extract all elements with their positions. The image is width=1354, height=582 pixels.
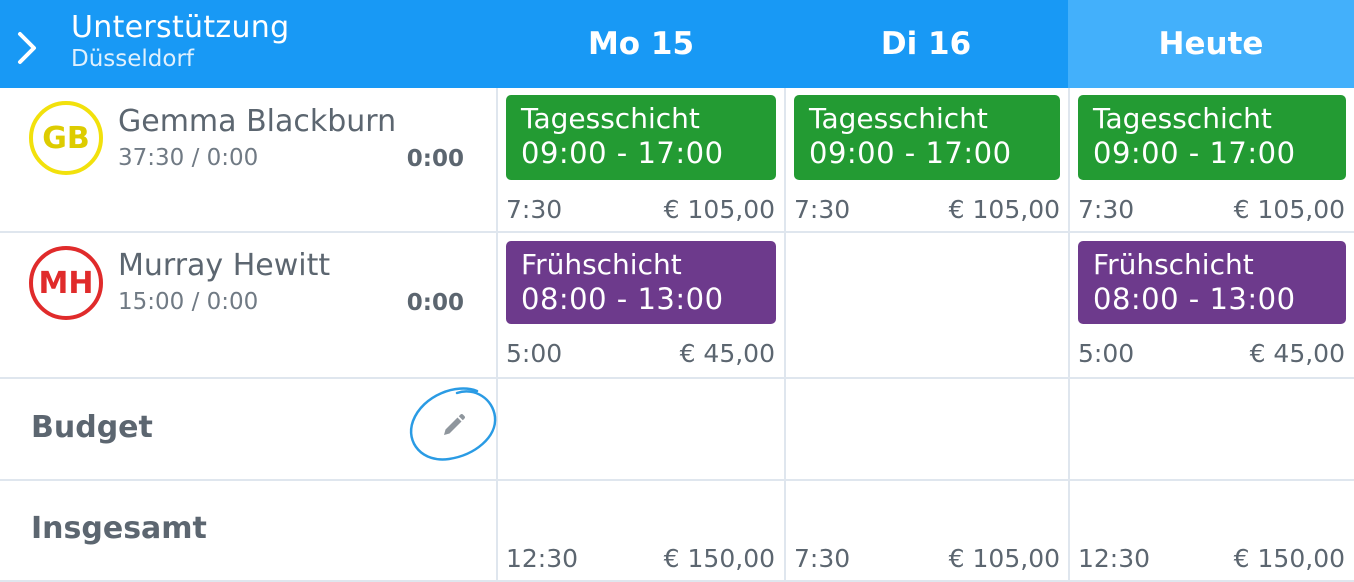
cell-hours: 7:30 xyxy=(1078,195,1135,224)
cell-hours: 7:30 xyxy=(794,195,851,224)
total-cost: € 150,00 xyxy=(663,544,775,573)
expand-button[interactable] xyxy=(0,0,60,88)
total-hours: 12:30 xyxy=(506,544,579,573)
cell-cost: € 105,00 xyxy=(1233,195,1345,224)
employee-total: 0:00 xyxy=(406,290,464,316)
employee-hours: 15:00 / 0:00 xyxy=(118,289,259,315)
day-header-tue[interactable]: Di 16 xyxy=(784,0,1068,88)
grid-divider xyxy=(496,88,498,582)
employee-total: 0:00 xyxy=(406,146,464,172)
cell-hours: 7:30 xyxy=(506,195,563,224)
cell-hours: 5:00 xyxy=(1078,339,1135,368)
avatar[interactable]: GB xyxy=(29,101,103,175)
pencil-icon xyxy=(444,413,466,435)
total-hours: 7:30 xyxy=(794,544,851,573)
cell-hours: 5:00 xyxy=(506,339,563,368)
day-header-today[interactable]: Heute xyxy=(1068,0,1354,88)
department-title: Unterstützung xyxy=(71,10,290,45)
avatar[interactable]: MH xyxy=(29,246,103,320)
shift-name: Tagesschicht xyxy=(1093,102,1272,135)
shift-card[interactable]: Frühschicht 08:00 - 13:00 xyxy=(1078,241,1346,324)
cell-cost: € 105,00 xyxy=(663,195,775,224)
shift-time: 09:00 - 17:00 xyxy=(521,136,724,170)
budget-label: Budget xyxy=(31,410,153,445)
cell-cost: € 45,00 xyxy=(679,339,775,368)
total-cost: € 150,00 xyxy=(1233,544,1345,573)
shift-name: Frühschicht xyxy=(521,248,682,281)
row-divider xyxy=(0,231,1354,233)
employee-name: Gemma Blackburn xyxy=(118,104,397,139)
shift-name: Tagesschicht xyxy=(521,102,700,135)
shift-card[interactable]: Frühschicht 08:00 - 13:00 xyxy=(506,241,776,324)
shift-time: 08:00 - 13:00 xyxy=(1093,282,1296,316)
shift-name: Frühschicht xyxy=(1093,248,1254,281)
shift-card[interactable]: Tagesschicht 09:00 - 17:00 xyxy=(506,95,776,180)
shift-card[interactable]: Tagesschicht 09:00 - 17:00 xyxy=(1078,95,1346,180)
schedule-header: Unterstützung Düsseldorf Mo 15 Di 16 Heu… xyxy=(0,0,1354,88)
cell-cost: € 45,00 xyxy=(1249,339,1345,368)
cell-cost: € 105,00 xyxy=(948,195,1060,224)
row-divider xyxy=(0,479,1354,481)
shift-time: 09:00 - 17:00 xyxy=(1093,136,1296,170)
shift-time: 08:00 - 13:00 xyxy=(521,282,724,316)
empty-shift-cell[interactable] xyxy=(786,233,1068,377)
shift-time: 09:00 - 17:00 xyxy=(809,136,1012,170)
day-header-mon[interactable]: Mo 15 xyxy=(498,0,784,88)
grid-divider xyxy=(1068,88,1070,582)
shift-card[interactable]: Tagesschicht 09:00 - 17:00 xyxy=(794,95,1060,180)
location-subtitle: Düsseldorf xyxy=(71,46,195,72)
shift-name: Tagesschicht xyxy=(809,102,988,135)
employee-name: Murray Hewitt xyxy=(118,248,331,283)
edit-budget-button[interactable] xyxy=(405,385,500,465)
total-hours: 12:30 xyxy=(1078,544,1151,573)
totals-label: Insgesamt xyxy=(31,511,207,546)
chevron-right-icon xyxy=(18,32,36,64)
total-cost: € 105,00 xyxy=(948,544,1060,573)
employee-hours: 37:30 / 0:00 xyxy=(118,145,259,171)
row-divider xyxy=(0,377,1354,379)
